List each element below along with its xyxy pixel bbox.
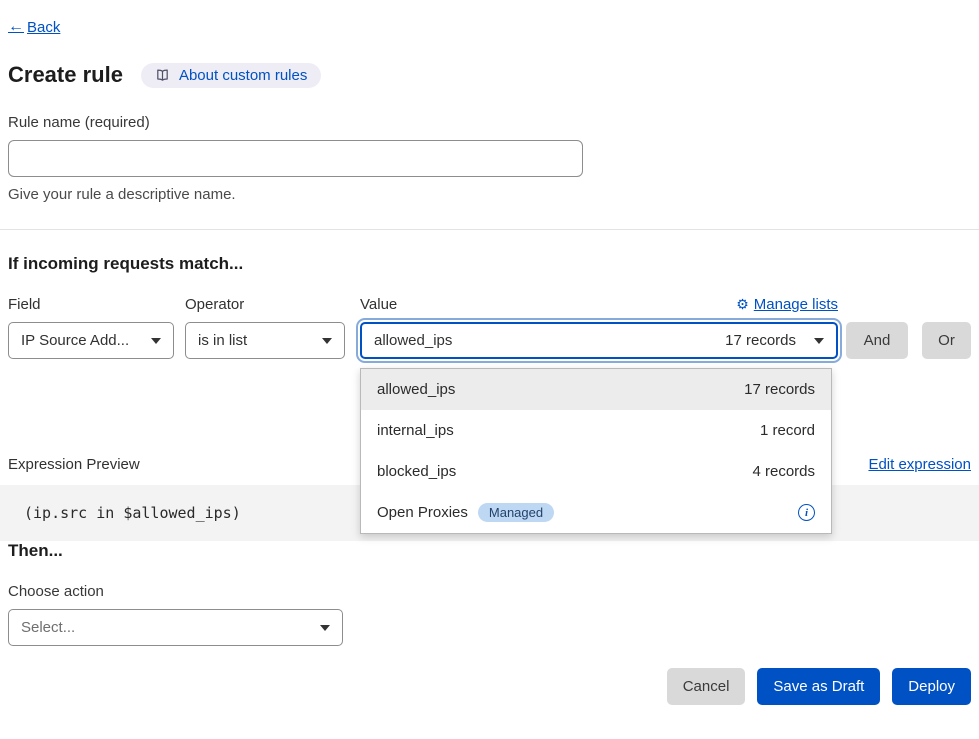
chevron-down-icon [151, 338, 161, 344]
match-controls-row: IP Source Add... is in list allowed_ips … [8, 322, 971, 359]
choose-action-label: Choose action [8, 583, 971, 600]
chevron-down-icon [322, 338, 332, 344]
value-select-value: allowed_ips [374, 332, 452, 349]
list-option-name: Open Proxies [377, 504, 468, 521]
chevron-down-icon [320, 625, 330, 631]
list-option-records: 4 records [752, 463, 815, 480]
managed-badge: Managed [478, 503, 554, 522]
chevron-down-icon [814, 338, 824, 344]
operator-select-value: is in list [198, 332, 247, 349]
section-divider [0, 229, 979, 230]
about-custom-rules-label: About custom rules [179, 67, 307, 84]
list-option-open-proxies[interactable]: Open Proxies Managed i [361, 492, 831, 533]
rule-name-label: Rule name (required) [8, 114, 971, 131]
list-option-records: 17 records [744, 381, 815, 398]
list-option-name: allowed_ips [377, 381, 455, 398]
then-section-title: Then... [8, 541, 971, 561]
operator-label: Operator [185, 296, 345, 313]
value-label-row: Value ⚙ Manage lists [360, 296, 838, 313]
save-draft-button[interactable]: Save as Draft [757, 668, 880, 705]
about-custom-rules-link[interactable]: About custom rules [141, 63, 321, 88]
title-row: Create rule About custom rules [8, 62, 971, 88]
field-select-value: IP Source Add... [21, 332, 129, 349]
list-option-internal-ips[interactable]: internal_ips 1 record [361, 410, 831, 451]
field-label: Field [8, 296, 174, 313]
value-select-records: 17 records [725, 332, 796, 349]
rule-name-input[interactable] [8, 140, 583, 177]
value-select-wrap: allowed_ips 17 records allowed_ips 17 re… [360, 322, 838, 359]
list-option-allowed-ips[interactable]: allowed_ips 17 records [361, 369, 831, 410]
back-arrow-icon: ← [8, 18, 24, 36]
field-select[interactable]: IP Source Add... [8, 322, 174, 359]
list-option-records: 1 record [760, 422, 815, 439]
operator-select[interactable]: is in list [185, 322, 345, 359]
list-option-blocked-ips[interactable]: blocked_ips 4 records [361, 451, 831, 492]
edit-expression-link[interactable]: Edit expression [868, 456, 971, 473]
value-label: Value [360, 296, 397, 313]
back-row: ←Back [8, 18, 971, 36]
manage-lists-label: Manage lists [754, 296, 838, 313]
back-label: Back [27, 19, 60, 36]
expression-code: (ip.src in $allowed_ips) [24, 504, 241, 522]
rule-name-help: Give your rule a descriptive name. [8, 186, 971, 203]
list-option-name: internal_ips [377, 422, 454, 439]
cancel-button[interactable]: Cancel [667, 668, 746, 705]
book-icon [155, 68, 170, 83]
manage-lists-link[interactable]: ⚙ Manage lists [736, 296, 838, 313]
deploy-button[interactable]: Deploy [892, 668, 971, 705]
and-button[interactable]: And [846, 322, 908, 359]
gear-icon: ⚙ [736, 296, 749, 313]
expression-preview-label: Expression Preview [8, 456, 140, 473]
footer-actions: Cancel Save as Draft Deploy [8, 668, 971, 705]
action-select[interactable]: Select... [8, 609, 343, 646]
match-section-title: If incoming requests match... [8, 254, 971, 274]
action-select-placeholder: Select... [21, 619, 75, 636]
or-button[interactable]: Or [922, 322, 971, 359]
list-option-open-proxies-left: Open Proxies Managed [377, 503, 554, 522]
create-rule-page: ←Back Create rule About custom rules Rul… [8, 18, 971, 705]
match-labels-row: Field Operator Value ⚙ Manage lists [8, 296, 971, 313]
value-dropdown: allowed_ips 17 records internal_ips 1 re… [360, 368, 832, 534]
back-link[interactable]: ←Back [8, 18, 60, 36]
info-icon[interactable]: i [798, 504, 815, 521]
list-option-name: blocked_ips [377, 463, 456, 480]
page-title: Create rule [8, 62, 123, 88]
value-select[interactable]: allowed_ips 17 records [360, 322, 838, 359]
